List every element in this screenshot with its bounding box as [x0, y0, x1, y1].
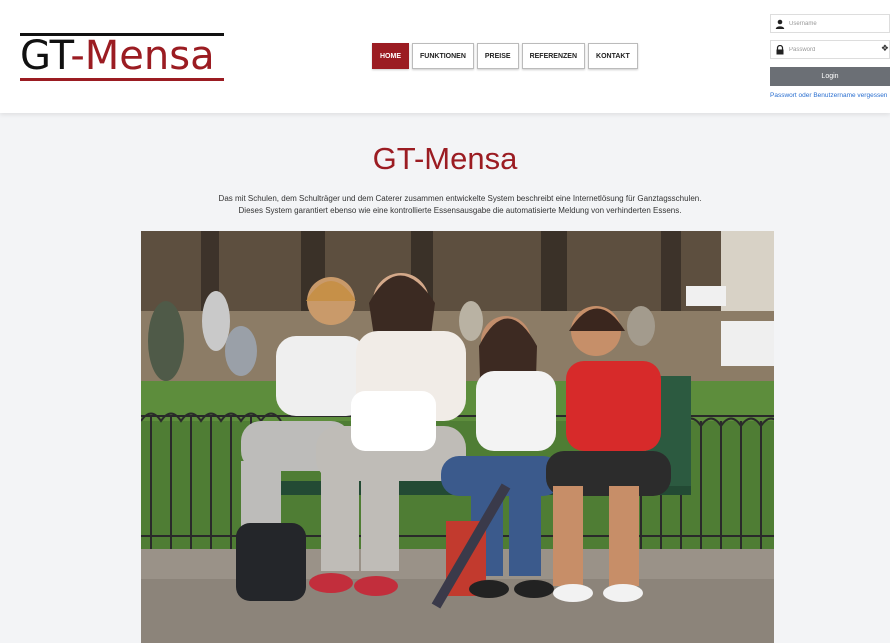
login-panel: ❖ Login Passwort oder Benutzername verge…	[770, 14, 890, 99]
lock-icon	[771, 44, 789, 55]
logo-prefix: GT	[20, 33, 71, 79]
password-input[interactable]	[789, 46, 879, 53]
user-icon	[771, 19, 789, 29]
logo-name: Mensa	[84, 33, 215, 79]
logo-dash: -	[70, 33, 85, 79]
nav-funktionen[interactable]: FUNKTIONEN	[412, 43, 474, 69]
intro-line-2: Dieses System garantiert ebenso wie eine…	[238, 206, 682, 215]
site-header: GT-Mensa HOME FUNKTIONEN PREISE REFERENZ…	[0, 0, 890, 113]
password-field-wrapper: ❖	[770, 40, 890, 59]
intro-line-1: Das mit Schulen, dem Schulträger und dem…	[218, 194, 702, 203]
eye-icon[interactable]: ❖	[881, 43, 889, 54]
username-field-wrapper	[770, 14, 890, 33]
nav-preise[interactable]: PREISE	[476, 43, 519, 69]
login-button[interactable]: Login	[770, 67, 890, 86]
site-logo[interactable]: GT-Mensa	[20, 33, 225, 81]
nav-referenzen[interactable]: REFERENZEN	[521, 43, 586, 69]
nav-kontakt[interactable]: KONTAKT	[588, 43, 638, 69]
forgot-credentials-link[interactable]: Passwort oder Benutzername vergessen	[770, 92, 890, 99]
main-nav: HOME FUNKTIONEN PREISE REFERENZEN KONTAK…	[372, 43, 638, 69]
page-title: GT-Mensa	[372, 141, 518, 176]
username-input[interactable]	[789, 20, 879, 27]
logo-text: GT-Mensa	[20, 35, 215, 77]
nav-home[interactable]: HOME	[372, 43, 409, 69]
hero-photo-illustration	[141, 231, 774, 643]
logo-bottom-rule	[20, 78, 224, 81]
hero-photo	[141, 231, 774, 643]
intro-text: Das mit Schulen, dem Schulträger und dem…	[120, 193, 800, 217]
